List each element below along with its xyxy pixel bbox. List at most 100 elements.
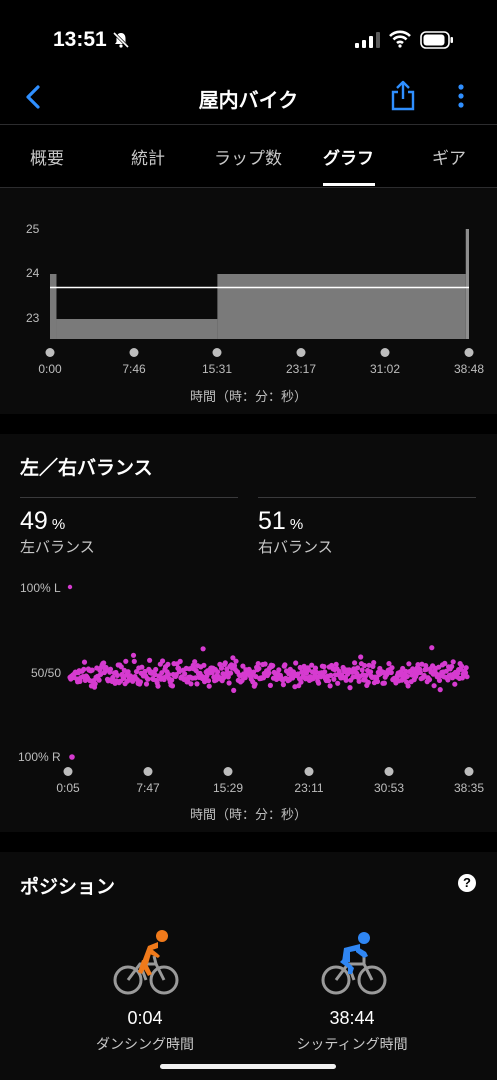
balance-point	[463, 665, 469, 671]
balance-point	[374, 678, 381, 685]
balance-point	[194, 681, 200, 687]
position-section-title: ポジション	[20, 876, 116, 898]
balance-point	[182, 671, 188, 677]
balance-point	[205, 678, 212, 684]
balance-point	[325, 678, 332, 684]
balance-section-title: 左／右バランス	[20, 457, 153, 479]
balance-point	[352, 660, 358, 666]
balance-point	[92, 681, 98, 687]
status-time: 13:51	[53, 28, 107, 51]
standing-time-value: 0:04	[127, 1008, 163, 1028]
balance-point	[266, 670, 272, 676]
balance-point	[347, 685, 353, 691]
wifi-icon	[389, 30, 411, 48]
balance-point	[371, 660, 377, 666]
x-tick-label: 23:17	[285, 362, 317, 376]
bell-muted-icon	[112, 31, 130, 49]
x-tick-marker	[304, 767, 314, 776]
balance-point	[233, 658, 239, 664]
tab-laps[interactable]: ラップ数	[214, 144, 282, 169]
balance-point	[153, 666, 159, 673]
balance-point	[96, 677, 102, 683]
left-balance-divider	[20, 497, 238, 498]
balance-point	[81, 659, 88, 665]
balance-point	[267, 682, 273, 688]
balance-point	[145, 676, 151, 682]
x-tick-marker	[143, 767, 153, 776]
balance-point	[165, 661, 171, 667]
balance-point	[252, 681, 258, 687]
balance-point	[169, 683, 176, 689]
help-icon[interactable]: ?	[458, 874, 476, 892]
balance-point	[429, 645, 435, 651]
x-tick-marker	[223, 767, 233, 776]
tab-graph[interactable]: グラフ	[323, 144, 374, 169]
x-tick-marker	[129, 348, 139, 357]
right-balance-label: 右バランス	[258, 538, 333, 556]
balance-point	[405, 683, 411, 689]
balance-point	[201, 662, 207, 668]
left-balance-value: 49%	[20, 507, 65, 536]
balance-point	[331, 676, 337, 682]
balance-point	[343, 677, 349, 683]
balance-point	[206, 683, 212, 689]
balance-point	[143, 681, 150, 687]
x-tick-marker	[464, 767, 474, 776]
share-icon[interactable]	[389, 80, 417, 112]
balance-point	[130, 652, 137, 658]
balance-point	[431, 683, 437, 689]
x-tick-label: 7:47	[136, 781, 160, 795]
balance-point	[406, 661, 412, 667]
tab-bar: 概要 統計 ラップ数 グラフ ギア	[0, 126, 497, 188]
balance-point	[256, 665, 262, 672]
balance-point	[426, 677, 433, 683]
balance-point	[365, 679, 371, 685]
balance-point	[255, 661, 261, 667]
balance-point	[389, 665, 395, 671]
x-tick-label: 15:29	[212, 781, 244, 795]
balance-point	[166, 671, 172, 678]
balance-point	[89, 667, 95, 673]
balance-point	[270, 663, 276, 669]
balance-point	[114, 672, 120, 678]
right-extreme-marker	[69, 754, 75, 760]
active-tab-indicator	[323, 183, 375, 186]
balance-point	[155, 683, 161, 689]
navigation-bar: 屋内バイク	[0, 76, 497, 122]
balance-point	[356, 678, 362, 684]
balance-point	[101, 660, 107, 666]
nav-divider	[0, 124, 497, 125]
tab-stats[interactable]: 統計	[131, 144, 165, 169]
balance-point	[123, 658, 129, 664]
right-balance-value: 51%	[258, 507, 303, 536]
balance-point	[452, 681, 458, 687]
balance-point	[226, 680, 232, 686]
x-axis-title: 時間（時：分：秒）	[189, 808, 307, 823]
left-balance-unit: %	[51, 516, 66, 533]
battery-icon	[420, 31, 453, 49]
right-balance-number: 51	[258, 507, 286, 535]
balance-point	[188, 681, 194, 687]
standing-time-label: ダンシング時間	[96, 1037, 194, 1053]
balance-point	[131, 658, 137, 664]
x-tick-marker	[45, 348, 55, 357]
tab-gear[interactable]: ギア	[432, 144, 466, 169]
balance-point	[280, 682, 286, 688]
x-tick-label: 38:48	[453, 362, 485, 376]
x-tick-marker	[212, 348, 222, 357]
balance-point	[137, 679, 143, 685]
tab-overview[interactable]: 概要	[30, 144, 64, 169]
balance-point	[449, 663, 455, 670]
x-tick-label: 0:05	[56, 781, 80, 795]
x-tick-marker	[380, 348, 390, 357]
left-balance-number: 49	[20, 507, 48, 535]
left-extreme-marker	[67, 584, 73, 590]
y-tick-label: 24	[26, 266, 40, 280]
step-segment	[50, 274, 57, 339]
cellular-signal-icon	[355, 32, 380, 48]
home-indicator	[160, 1064, 336, 1069]
x-tick-marker	[63, 767, 73, 776]
page-title: 屋内バイク	[198, 88, 299, 112]
balance-point	[358, 654, 364, 660]
more-options-icon[interactable]	[452, 82, 470, 112]
